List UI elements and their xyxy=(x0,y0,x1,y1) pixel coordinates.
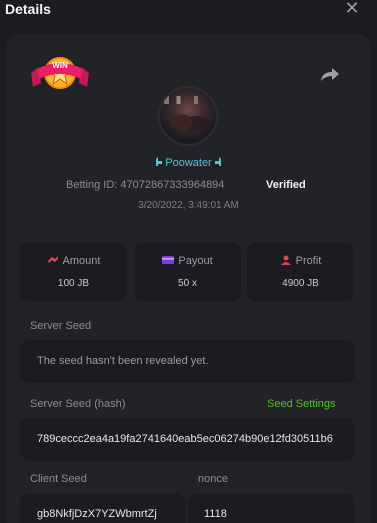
profit-icon xyxy=(280,255,291,265)
share-icon[interactable] xyxy=(320,66,340,82)
amount-stat: Amount 100 JB xyxy=(20,243,127,301)
badge-text: WIN xyxy=(52,61,68,70)
client-seed-label: Client Seed xyxy=(30,473,87,485)
bet-datetime: 3/20/2022, 3:49:01 AM xyxy=(138,200,239,211)
win-badge-icon: WIN xyxy=(31,57,89,89)
client-seed-field[interactable]: gb8NkfjDzX7YZWbmrtZj xyxy=(20,493,185,523)
betting-id: Betting ID: 47072867333964894 xyxy=(66,179,224,191)
server-seed-hash-field[interactable]: 789ceccc2ea4a19fa2741640eab5ec06274b90e1… xyxy=(20,418,355,461)
betting-id-value: 47072867333964894 xyxy=(120,179,225,191)
close-icon[interactable]: ✕ xyxy=(343,0,361,17)
server-seed-field: The seed hasn't been revealed yet. xyxy=(20,340,355,383)
profit-value: 4900 JB xyxy=(282,278,319,289)
betting-id-label: Betting ID: xyxy=(66,179,118,191)
server-seed-label: Server Seed xyxy=(30,320,92,332)
server-seed-hash-label: Server Seed (hash) xyxy=(30,398,126,410)
profit-label: Profit xyxy=(295,255,322,267)
bet-details-modal: Details ✕ WIN Poowater Betting ID: 47072… xyxy=(0,0,377,523)
profit-stat: Profit 4900 JB xyxy=(247,243,354,301)
user-level-icon xyxy=(156,157,163,166)
verified-badge: Verified xyxy=(266,179,306,191)
payout-label: Payout xyxy=(178,255,213,267)
nonce-field[interactable]: 1118 xyxy=(188,493,355,523)
avatar xyxy=(158,86,218,146)
nonce-label: nonce xyxy=(198,473,228,485)
seed-settings-link[interactable]: Seed Settings xyxy=(267,398,336,410)
payout-stat: Payout 50 x xyxy=(134,243,241,301)
user-level-icon xyxy=(214,157,221,166)
amount-label: Amount xyxy=(62,255,101,267)
payout-value: 50 x xyxy=(178,278,197,289)
username[interactable]: Poowater xyxy=(165,157,211,169)
modal-title: Details xyxy=(5,1,51,17)
modal-header: Details ✕ xyxy=(0,0,377,28)
username-row[interactable]: Poowater xyxy=(0,156,377,169)
amount-icon xyxy=(47,256,58,263)
payout-icon xyxy=(162,256,175,264)
amount-value: 100 JB xyxy=(57,278,90,289)
